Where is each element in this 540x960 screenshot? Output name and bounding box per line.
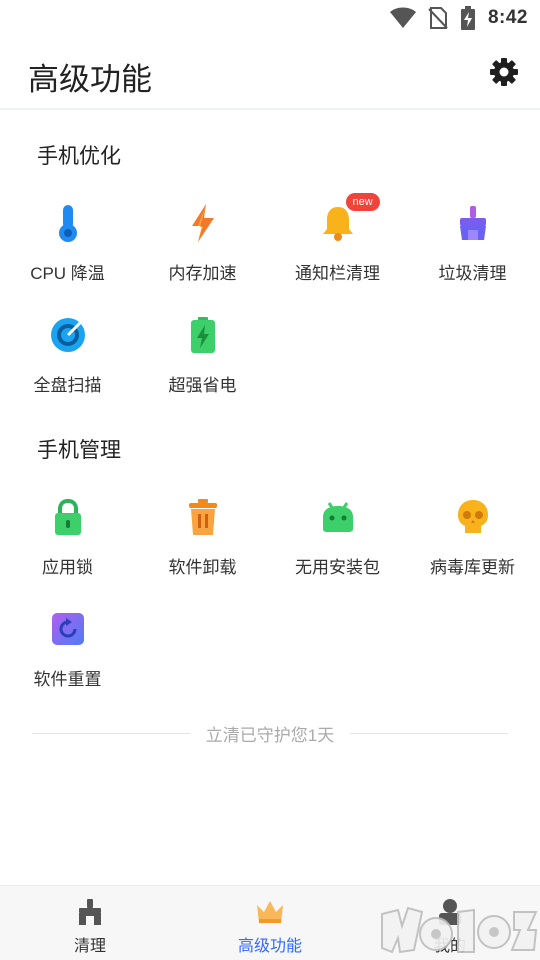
- bell-icon: new: [318, 193, 380, 243]
- thermometer-icon: [48, 203, 88, 243]
- uninstall-button[interactable]: 软件卸载: [135, 479, 270, 579]
- trash-icon: [183, 497, 223, 537]
- lightning-icon: [183, 203, 223, 243]
- divider-line: [32, 732, 190, 734]
- profile-icon: [435, 898, 465, 926]
- battery-charging-icon: [460, 6, 476, 30]
- tab-advanced[interactable]: 高级功能: [180, 886, 360, 960]
- grid-label: CPU 降温: [30, 264, 105, 283]
- protection-note: 立清已守护您1天: [32, 720, 508, 746]
- protection-days-text: 立清已守护您1天: [205, 725, 335, 745]
- tab-profile[interactable]: 我的: [360, 886, 540, 960]
- gear-icon: [489, 57, 519, 92]
- new-badge: new: [345, 193, 380, 211]
- full-scan-button[interactable]: 全盘扫描: [0, 297, 135, 397]
- notification-clean-button[interactable]: new 通知栏清理: [270, 185, 405, 285]
- grid-label: 病毒库更新: [430, 558, 515, 577]
- battery-icon: [183, 315, 223, 355]
- grid-label: 全盘扫描: [33, 376, 102, 395]
- tab-clean[interactable]: 清理: [0, 886, 180, 960]
- lock-icon: [48, 497, 88, 537]
- power-saving-button[interactable]: 超强省电: [135, 297, 270, 397]
- reset-icon: [48, 609, 88, 649]
- grid-label: 超强省电: [168, 376, 237, 395]
- android-icon: [318, 497, 358, 537]
- scan-icon: [48, 315, 88, 355]
- unused-apk-button[interactable]: 无用安装包: [270, 479, 405, 579]
- grid-label: 软件重置: [33, 670, 102, 689]
- bottom-nav: 清理 高级功能 我的: [0, 885, 540, 960]
- cpu-cooling-button[interactable]: CPU 降温: [0, 185, 135, 285]
- section-title-optimize: 手机优化: [37, 145, 121, 168]
- crown-icon: [255, 898, 285, 926]
- grid-label: 应用锁: [42, 558, 93, 577]
- settings-button[interactable]: [486, 56, 522, 92]
- app-lock-button[interactable]: 应用锁: [0, 479, 135, 579]
- virus-db-update-button[interactable]: 病毒库更新: [405, 479, 540, 579]
- app-reset-button[interactable]: 软件重置: [0, 591, 135, 691]
- memory-boost-button[interactable]: 内存加速: [135, 185, 270, 285]
- skull-icon: [453, 497, 493, 537]
- nav-label: 高级功能: [237, 938, 302, 955]
- nav-label: 清理: [73, 938, 106, 955]
- section-title-manage: 手机管理: [37, 439, 121, 462]
- broom-icon: [75, 898, 105, 926]
- nav-label: 我的: [433, 938, 466, 955]
- status-bar: 8:42: [0, 0, 540, 36]
- grid-label: 无用安装包: [295, 558, 380, 577]
- junk-clean-button[interactable]: 垃圾清理: [405, 185, 540, 285]
- divider-line: [350, 732, 508, 734]
- no-sim-icon: [428, 7, 448, 29]
- page-title: 高级功能: [28, 62, 152, 97]
- grid-label: 垃圾清理: [438, 264, 507, 283]
- wifi-icon: [389, 7, 416, 29]
- broom-icon: [453, 203, 493, 243]
- app-header: 高级功能: [0, 36, 540, 110]
- grid-label: 软件卸载: [168, 558, 237, 577]
- grid-label: 内存加速: [168, 264, 237, 283]
- grid-label: 通知栏清理: [295, 264, 380, 283]
- status-time: 8:42: [487, 7, 528, 28]
